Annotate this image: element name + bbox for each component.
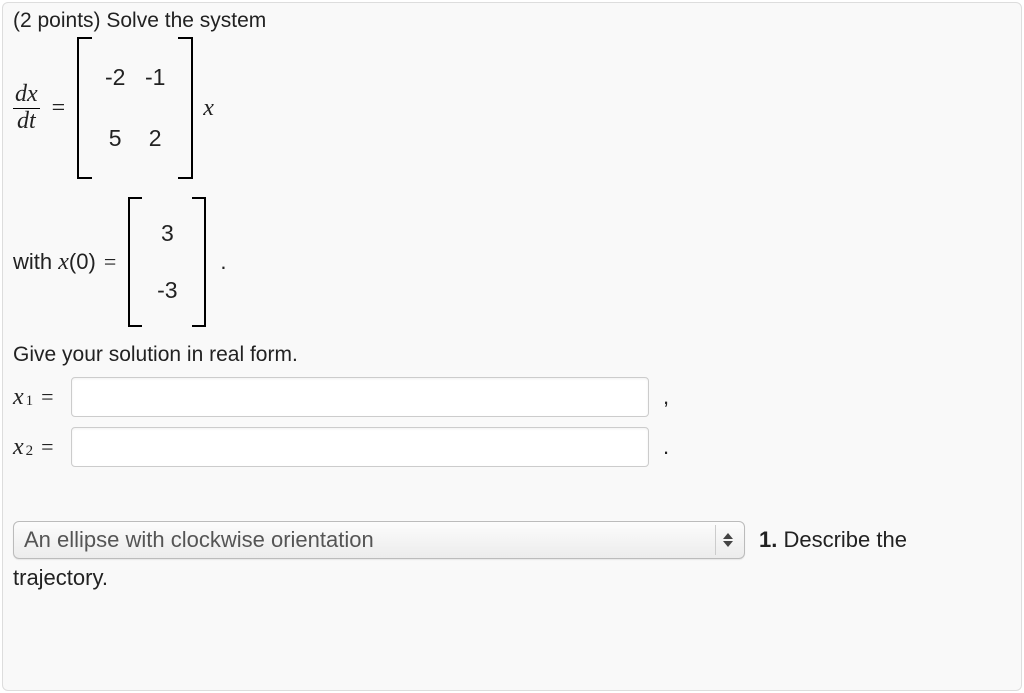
initial-condition-text: with x(0) = — [13, 249, 118, 276]
fraction-denominator: dt — [15, 109, 38, 134]
initial-condition: with x(0) = 3 -3 . — [13, 197, 1011, 327]
matrix-cell-a11: -2 — [104, 64, 126, 91]
describe-text: Describe the — [777, 527, 907, 552]
x2-label: x2 = — [13, 434, 61, 461]
matrix-cell-a12: -1 — [144, 64, 166, 91]
trajectory-word: trajectory. — [13, 565, 1011, 591]
derivative-fraction: dx dt — [13, 82, 40, 133]
x2-trailing-period: . — [659, 434, 669, 460]
describe-row: An ellipse with clockwise orientation 1.… — [13, 521, 1011, 559]
x1-subscript: 1 — [26, 393, 34, 410]
vector-v2: -3 — [156, 277, 178, 304]
initial-equals: = — [102, 249, 118, 274]
answer-row-x2: x2 = . — [13, 427, 1011, 467]
vector-v1: 3 — [156, 220, 178, 247]
equals-sign: = — [50, 95, 68, 122]
describe-label: 1. Describe the — [759, 527, 907, 553]
coefficient-matrix: -2 -1 5 2 — [77, 37, 193, 179]
answer-row-x1: x1 = , — [13, 377, 1011, 417]
x2-subscript: 2 — [26, 443, 34, 460]
vector-variable-x: x — [203, 95, 214, 122]
trajectory-select[interactable]: An ellipse with clockwise orientation — [13, 521, 745, 559]
initial-arg: (0) — [69, 249, 96, 274]
describe-number: 1. — [759, 527, 777, 552]
matrix-cell-a21: 5 — [104, 125, 126, 152]
initial-period: . — [216, 249, 226, 275]
x1-var: x — [13, 384, 24, 411]
system-equation: dx dt = -2 -1 5 2 x — [13, 37, 1011, 179]
fraction-numerator: dx — [13, 82, 40, 107]
x1-trailing-comma: , — [659, 384, 669, 410]
chevron-down-icon — [723, 541, 733, 547]
with-prefix: with — [13, 249, 58, 274]
chevron-up-icon — [723, 533, 733, 539]
x2-var: x — [13, 434, 24, 461]
left-bracket-icon — [128, 197, 142, 327]
select-value: An ellipse with clockwise orientation — [24, 527, 374, 553]
initial-vector: 3 -3 — [128, 197, 206, 327]
problem-prompt: (2 points) Solve the system — [13, 9, 1011, 33]
matrix-cell-a22: 2 — [144, 125, 166, 152]
problem-container: (2 points) Solve the system dx dt = -2 -… — [2, 2, 1022, 691]
initial-x-label: x — [58, 249, 69, 275]
select-spinner[interactable] — [715, 525, 740, 555]
x2-input[interactable] — [71, 427, 649, 467]
x1-label: x1 = — [13, 384, 61, 411]
x2-equals: = — [41, 434, 53, 460]
right-bracket-icon — [192, 197, 206, 327]
matrix-body: -2 -1 5 2 — [92, 56, 178, 160]
right-bracket-icon — [178, 37, 193, 179]
x1-equals: = — [41, 384, 53, 410]
x1-input[interactable] — [71, 377, 649, 417]
instruction-text: Give your solution in real form. — [13, 343, 1011, 367]
left-bracket-icon — [77, 37, 92, 179]
vector-body: 3 -3 — [142, 210, 192, 314]
